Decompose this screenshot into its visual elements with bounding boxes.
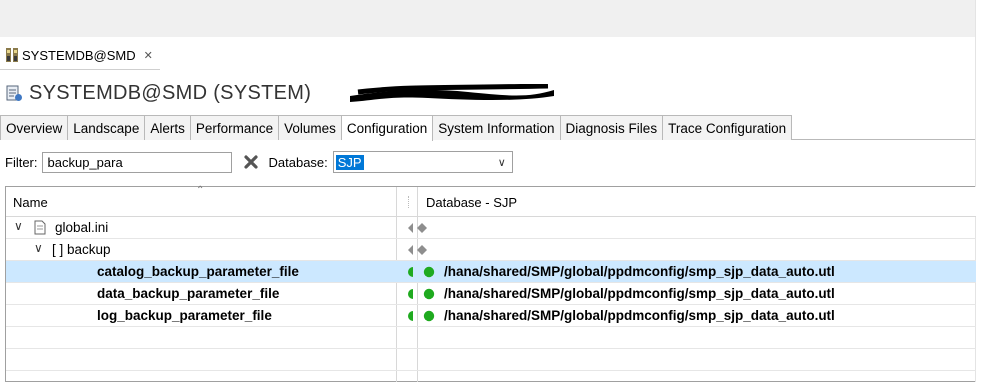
tab-configuration[interactable]: Configuration: [341, 115, 434, 141]
filter-label: Filter:: [5, 154, 38, 170]
database-select[interactable]: SJP ∨: [332, 151, 513, 173]
parameter-value: /hana/shared/SMP/global/ppdmconfig/smp_s…: [444, 308, 835, 323]
page-title: SYSTEMDB@SMD (SYSTEM): [29, 81, 312, 104]
close-icon[interactable]: ✕: [144, 49, 153, 62]
parameter-row[interactable]: catalog_backup_parameter_file /hana/shar…: [6, 261, 976, 283]
tab-label: Configuration: [346, 121, 428, 136]
chevron-down-icon[interactable]: ∨: [34, 241, 43, 255]
parameter-name: data_backup_parameter_file: [97, 286, 280, 301]
tab-label: Diagnosis Files: [565, 120, 658, 136]
right-scroll-strip: [975, 0, 985, 382]
database-icon: [5, 84, 23, 102]
parameter-name: catalog_backup_parameter_file: [97, 264, 299, 279]
column-header-name[interactable]: Name: [13, 195, 48, 210]
tab-label: Landscape: [73, 120, 140, 136]
tab-diagnosis-files[interactable]: Diagnosis Files: [560, 115, 664, 140]
diamond-icons: [408, 245, 427, 255]
tab-alerts[interactable]: Alerts: [145, 115, 191, 140]
parameter-name: log_backup_parameter_file: [97, 308, 272, 323]
editor-tab-label: SYSTEMDB@SMD: [22, 47, 136, 63]
status-dots-icon: [408, 288, 435, 300]
redaction-scribble: [350, 84, 554, 102]
tab-label: Alerts: [150, 120, 185, 136]
parameter-value: /hana/shared/SMP/global/ppdmconfig/smp_s…: [444, 286, 835, 301]
clear-filter-icon[interactable]: [243, 154, 259, 170]
chevron-down-icon[interactable]: ∨: [498, 156, 506, 169]
tab-volumes[interactable]: Volumes: [279, 115, 342, 140]
column-header-database[interactable]: Database - SJP: [426, 195, 517, 210]
editor-tab[interactable]: SYSTEMDB@SMD ✕: [0, 41, 160, 70]
tree-row-backup[interactable]: ∨ [ ] backup: [6, 239, 976, 261]
empty-row: [6, 327, 976, 349]
tree-row-global-ini[interactable]: ∨ global.ini: [6, 217, 976, 239]
file-icon: [34, 220, 46, 235]
chevron-down-icon[interactable]: ∨: [14, 219, 23, 233]
parameter-row[interactable]: data_backup_parameter_file /hana/shared/…: [6, 283, 976, 305]
status-dots-icon: [408, 266, 435, 278]
window-toolbar: [0, 0, 975, 37]
tab-label: Volumes: [284, 120, 336, 136]
status-dots-icon: [408, 310, 435, 322]
tab-trace-configuration[interactable]: Trace Configuration: [663, 115, 793, 140]
tab-overview[interactable]: Overview: [0, 115, 69, 140]
tab-performance[interactable]: Performance: [190, 115, 280, 140]
parameter-value: /hana/shared/SMP/global/ppdmconfig/smp_s…: [444, 264, 835, 279]
filter-input[interactable]: [41, 151, 232, 173]
configuration-grid: ⌃ Name Database - SJP ∨ global.ini ∨ [ ]…: [5, 185, 976, 382]
database-selected-value: SJP: [335, 154, 364, 170]
filter-bar: Filter: Database: SJP ∨: [0, 151, 513, 173]
configuration-tabs: Overview Landscape Alerts Performance Vo…: [0, 115, 975, 141]
page-header: SYSTEMDB@SMD (SYSTEM): [5, 80, 311, 106]
tab-landscape[interactable]: Landscape: [68, 115, 146, 140]
system-icon: [5, 47, 19, 63]
row-name: global.ini: [55, 220, 109, 235]
tab-label: Overview: [6, 120, 63, 136]
tab-label: Trace Configuration: [668, 120, 787, 136]
database-label: Database:: [268, 154, 328, 170]
grid-header: ⌃ Name Database - SJP: [6, 185, 976, 217]
empty-row: [6, 349, 976, 371]
parameter-row[interactable]: log_backup_parameter_file /hana/shared/S…: [6, 305, 976, 327]
tab-label: System Information: [438, 120, 555, 136]
column-divider: [408, 196, 410, 208]
tab-label: Performance: [195, 120, 274, 136]
row-name: [ ] backup: [52, 242, 111, 257]
diamond-icons: [408, 223, 427, 233]
sort-indicator-icon: ⌃: [196, 185, 205, 196]
tab-system-information[interactable]: System Information: [433, 115, 561, 140]
